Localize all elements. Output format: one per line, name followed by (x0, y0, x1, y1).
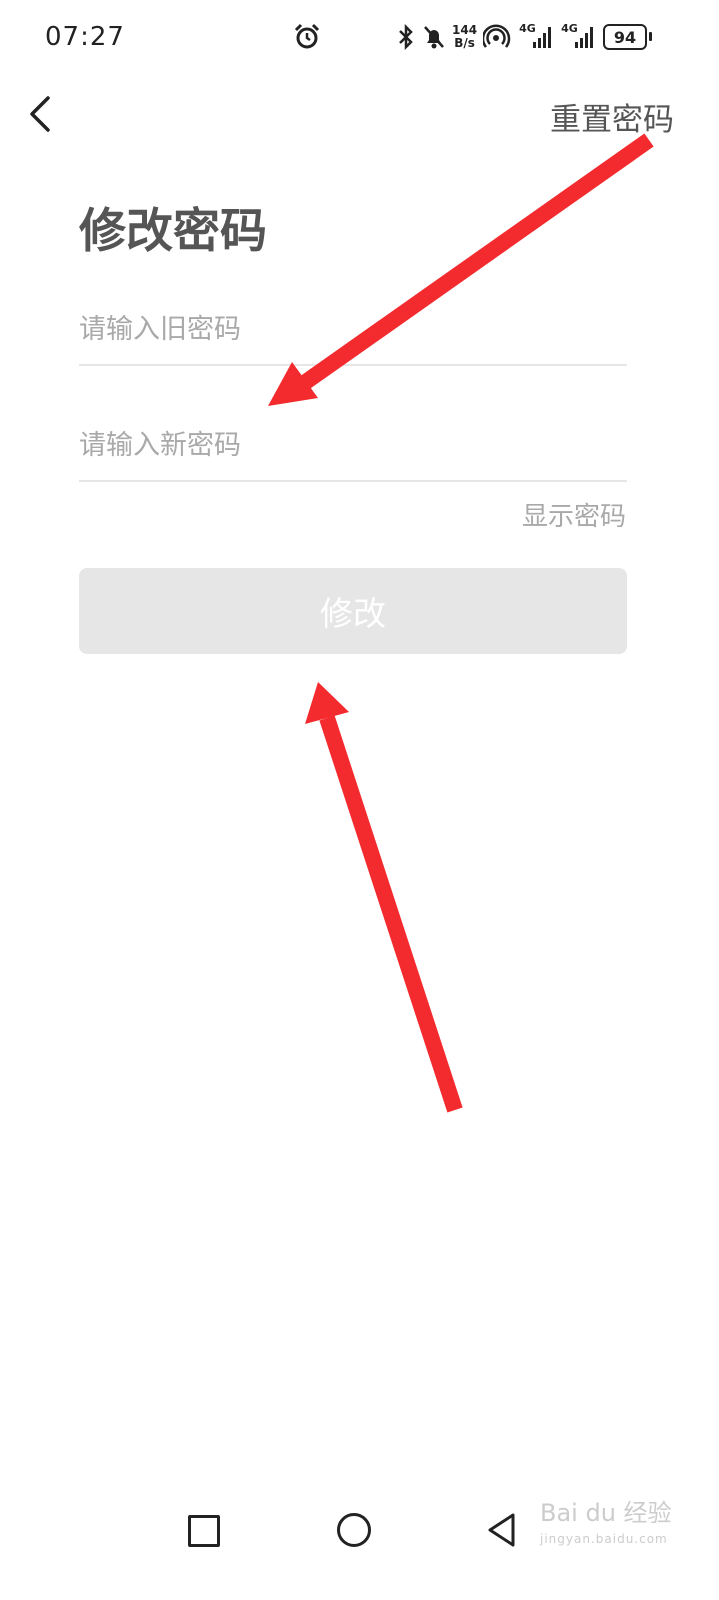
new-password-input[interactable] (79, 410, 627, 482)
nav-back-icon[interactable] (486, 1512, 518, 1548)
cell-signal-2: 4G (561, 22, 597, 50)
watermark-sub: jingyan.baidu.com (540, 1532, 668, 1546)
status-icons: 144 B/s 4G 4G 94 (396, 20, 653, 54)
net-speed-unit: B/s (454, 36, 475, 50)
mute-bell-icon (424, 26, 444, 49)
show-password-toggle[interactable]: 显示密码 (522, 496, 626, 533)
network-type-1: 4G (519, 22, 536, 35)
alarm-icon (294, 23, 320, 49)
reset-password-link[interactable]: 重置密码 (550, 94, 674, 139)
back-arrow-icon[interactable] (24, 92, 64, 136)
annotation-arrow-2 (305, 682, 463, 1113)
watermark: Bai du 经验 jingyan.baidu.com (540, 1500, 672, 1552)
submit-button[interactable]: 修改 (79, 568, 627, 654)
status-time: 07:27 (45, 22, 125, 52)
battery-icon: 94 (603, 24, 653, 50)
annotation-arrow-1 (268, 133, 654, 406)
net-speed: 144 B/s (452, 24, 477, 50)
watermark-text: Bai du 经验 (540, 1499, 672, 1527)
old-password-input[interactable] (79, 294, 627, 366)
page-title: 修改密码 (79, 204, 267, 259)
network-type-2: 4G (561, 22, 578, 35)
bluetooth-icon (399, 24, 413, 50)
hotspot-icon (483, 24, 511, 48)
home-button[interactable] (337, 1513, 371, 1547)
cell-signal-1: 4G (519, 22, 555, 50)
recent-apps-button[interactable] (188, 1515, 220, 1547)
